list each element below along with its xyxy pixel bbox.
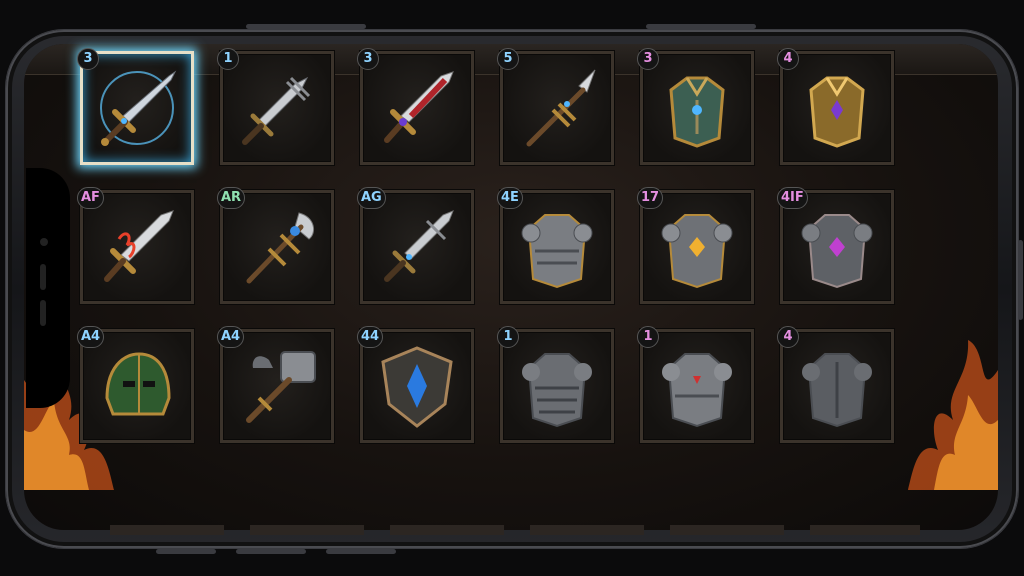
inventory-slot[interactable]: 4 <box>777 326 894 443</box>
spear-icon <box>526 69 596 147</box>
power-button <box>646 24 756 29</box>
inventory-slot[interactable]: 4E <box>497 187 614 304</box>
camera-icon <box>40 238 48 246</box>
item-count-badge: 3 <box>357 48 379 70</box>
plain-armor-icon <box>802 353 872 428</box>
war-hammer-icon <box>246 351 316 423</box>
side-button <box>1018 240 1023 320</box>
item-count-badge: 44 <box>357 326 384 348</box>
partial-row <box>100 520 924 535</box>
inventory-slot[interactable]: 4IF <box>777 187 894 304</box>
item-count-badge: 3 <box>637 48 659 70</box>
gold-chestplate-icon <box>809 76 865 148</box>
item-count-badge: 3 <box>77 48 99 70</box>
item-count-badge: 1 <box>217 48 239 70</box>
inventory-slot[interactable]: 1 <box>217 48 334 165</box>
sensor-bar <box>40 264 46 290</box>
item-count-badge: 5 <box>497 48 519 70</box>
inventory-slot[interactable]: AG <box>357 187 474 304</box>
blue-shield-icon <box>381 346 453 428</box>
item-count-badge: 4E <box>497 187 523 209</box>
item-count-badge: A4 <box>77 326 105 348</box>
volume-button <box>246 24 366 29</box>
flame-sword-icon <box>104 210 174 282</box>
steel-armor-icon <box>521 214 593 289</box>
item-count-badge: 1 <box>497 326 519 348</box>
purple-gem-armor-icon <box>801 214 873 289</box>
inventory-slot[interactable]: 4 <box>777 48 894 165</box>
glowing-sword-icon <box>100 70 177 146</box>
side-button <box>326 549 396 554</box>
sensor-bar <box>40 300 46 326</box>
item-count-badge: 4IF <box>777 187 808 209</box>
green-helmet-icon <box>105 352 171 416</box>
blue-gem-axe-icon <box>246 212 315 284</box>
item-count-badge: AG <box>357 187 386 209</box>
gold-gem-armor-icon <box>661 214 733 289</box>
item-count-badge: 17 <box>637 187 664 209</box>
side-button <box>156 549 216 554</box>
item-count-badge: A4 <box>217 326 245 348</box>
inventory-slot[interactable]: 17 <box>637 187 754 304</box>
item-count-badge: AR <box>217 187 246 209</box>
red-sword-icon <box>384 71 454 143</box>
item-count-badge: 4 <box>777 326 799 348</box>
inventory-slot[interactable]: 3 <box>637 48 754 165</box>
green-chestplate-icon <box>669 76 725 148</box>
inventory-slot[interactable]: 44 <box>357 326 474 443</box>
iron-armor-icon <box>522 353 592 428</box>
inventory-slot[interactable]: A4 <box>217 326 334 443</box>
camera-notch <box>26 168 70 408</box>
partial-slots <box>110 525 924 535</box>
inventory-slot[interactable]: 3 <box>357 48 474 165</box>
red-gem-armor-icon <box>662 353 732 428</box>
dagger-icon <box>242 76 311 145</box>
inventory-slot[interactable]: 1 <box>637 326 754 443</box>
item-count-badge: 4 <box>777 48 799 70</box>
inventory-slot[interactable]: 5 <box>497 48 614 165</box>
item-count-badge: 1 <box>637 326 659 348</box>
item-count-badge: AF <box>77 187 104 209</box>
inventory-slot[interactable]: 3 <box>77 48 194 165</box>
fire-decoration-right <box>908 340 998 490</box>
inventory-slot[interactable]: AR <box>217 187 334 304</box>
side-button <box>236 549 306 554</box>
inventory-slot[interactable]: 1 <box>497 326 614 443</box>
inventory-slot[interactable]: A4 <box>77 326 194 443</box>
inventory-slot[interactable]: AF <box>77 187 194 304</box>
blue-sword-icon <box>384 210 454 282</box>
